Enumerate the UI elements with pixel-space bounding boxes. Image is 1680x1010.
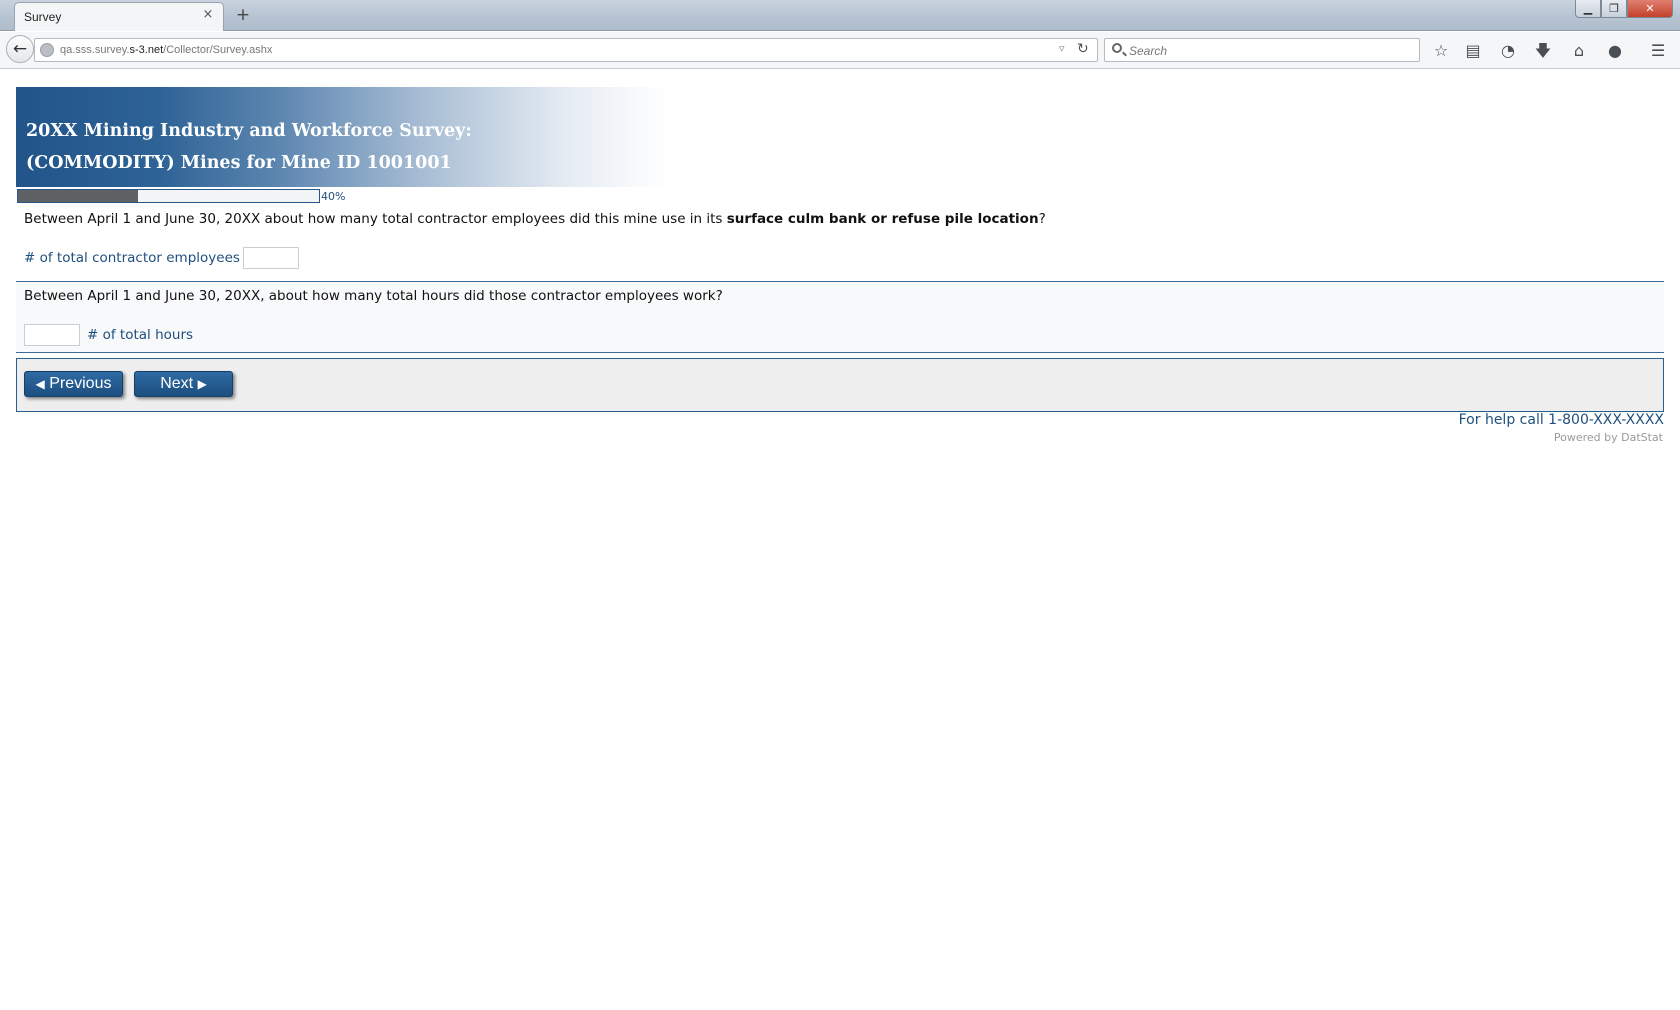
star-icon[interactable]: ☆ (1430, 40, 1452, 62)
url-dropdown-icon[interactable]: ▿ (1059, 42, 1065, 55)
reading-list-icon[interactable]: ▤ (1462, 40, 1484, 62)
maximize-icon[interactable]: ❐ (1601, 0, 1627, 18)
new-tab-icon[interactable]: + (232, 5, 254, 25)
back-icon[interactable]: ← (6, 35, 34, 63)
window-close-icon[interactable]: ✕ (1627, 0, 1673, 18)
url-bar[interactable]: qa.sss.survey.s-3.net/Collector/Survey.a… (34, 38, 1098, 62)
progress-fill (18, 190, 139, 202)
help-text: For help call 1-800-XXX-XXXX (1458, 412, 1664, 428)
home-icon[interactable]: ⌂ (1568, 40, 1590, 62)
pocket-icon[interactable]: ◔ (1497, 40, 1519, 62)
tab-survey[interactable]: Survey × (14, 2, 224, 31)
next-button[interactable]: Next ▶ (134, 371, 233, 397)
survey-banner: 20XX Mining Industry and Workforce Surve… (16, 87, 666, 187)
search-placeholder: Search (1129, 44, 1168, 58)
reload-icon[interactable]: ↻ (1077, 41, 1089, 57)
minimize-icon[interactable]: ▁ (1575, 0, 1601, 18)
question-contractor-hours: Between April 1 and June 30, 20XX, about… (24, 288, 723, 304)
url-text: qa.sss.survey.s-3.net/Collector/Survey.a… (60, 44, 273, 56)
tab-title: Survey (24, 10, 62, 24)
navigation-panel: ◀ Previous Next ▶ (16, 358, 1664, 412)
title-bar: Survey × + ▁ ❐ ✕ (0, 0, 1680, 31)
powered-by[interactable]: Powered by DatStat (1554, 431, 1663, 444)
survey-title-line1: 20XX Mining Industry and Workforce Surve… (26, 121, 472, 141)
triangle-left-icon: ◀ (35, 377, 45, 391)
question-contractor-employees: Between April 1 and June 30, 20XX about … (24, 211, 1046, 227)
globe-icon (40, 43, 54, 57)
total-hours-input[interactable] (24, 324, 80, 346)
tab-close-icon[interactable]: × (200, 7, 216, 23)
triangle-right-icon: ▶ (197, 377, 207, 391)
previous-button[interactable]: ◀ Previous (24, 371, 123, 397)
browser-toolbar: ← qa.sss.survey.s-3.net/Collector/Survey… (0, 32, 1680, 69)
download-icon[interactable]: 🡇 (1532, 40, 1554, 62)
chat-icon[interactable]: ● (1604, 40, 1626, 62)
progress-bar (17, 189, 320, 203)
search-input[interactable]: Search (1104, 38, 1420, 62)
contractor-employees-label: # of total contractor employees (24, 250, 240, 266)
menu-icon[interactable]: ☰ (1647, 40, 1669, 62)
total-hours-label: # of total hours (87, 327, 194, 343)
survey-title-line2: (COMMODITY) Mines for Mine ID 1001001 (26, 153, 452, 173)
contractor-employees-input[interactable] (243, 247, 299, 269)
search-icon (1112, 43, 1122, 53)
progress-label: 40% (321, 190, 346, 203)
